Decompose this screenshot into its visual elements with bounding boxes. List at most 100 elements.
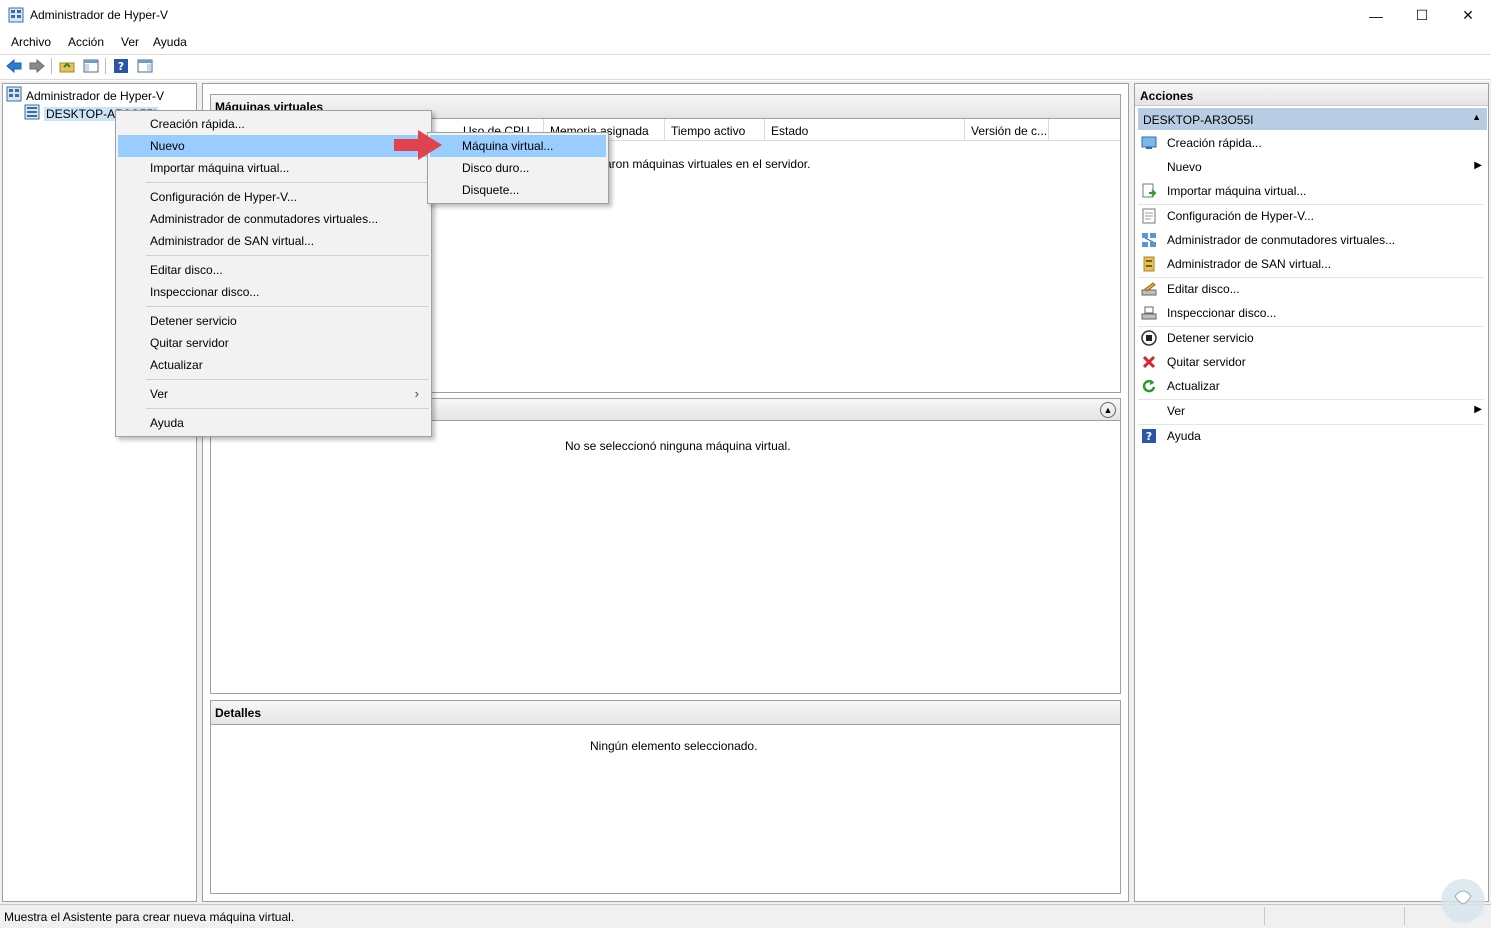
- ctx-edit-disk[interactable]: Editar disco...: [118, 259, 429, 281]
- action-view[interactable]: Ver ▶: [1138, 399, 1484, 423]
- action-virtual-switch-manager[interactable]: Administrador de conmutadores virtuales.…: [1138, 228, 1484, 252]
- svg-text:?: ?: [118, 60, 124, 73]
- ctx-inspect-disk[interactable]: Inspeccionar disco...: [118, 281, 429, 303]
- ctx-switch-manager[interactable]: Administrador de conmutadores virtuales.…: [118, 208, 429, 230]
- details-header: Detalles: [211, 701, 1120, 725]
- status-divider: [1264, 907, 1265, 925]
- tree-item-root[interactable]: Administrador de Hyper-V: [6, 86, 164, 105]
- settings-page-icon: [1140, 207, 1158, 225]
- action-label: Ver: [1167, 404, 1186, 418]
- blank-icon: [1140, 158, 1158, 176]
- toolbar-separator: [51, 58, 52, 74]
- status-text: Muestra el Asistente para crear nueva má…: [4, 910, 295, 924]
- chevron-right-icon: ›: [414, 386, 419, 401]
- action-label: Administrador de conmutadores virtuales.…: [1167, 233, 1396, 247]
- title-bar: [0, 0, 1491, 31]
- remove-x-icon: [1140, 353, 1158, 371]
- ctx-refresh[interactable]: Actualizar: [118, 354, 429, 376]
- help-icon[interactable]: ?: [112, 57, 130, 75]
- ctx-quick-create[interactable]: Creación rápida...: [118, 113, 429, 135]
- close-button[interactable]: ✕: [1445, 0, 1491, 31]
- column-version[interactable]: Versión de c...: [965, 119, 1049, 141]
- submenu-arrow-icon: ▶: [1474, 160, 1482, 171]
- toolbar-separator: [105, 58, 106, 74]
- menu-ver[interactable]: Ver: [121, 35, 139, 49]
- action-label: Editar disco...: [1167, 282, 1240, 296]
- action-remove-server[interactable]: Quitar servidor: [1138, 350, 1484, 374]
- collapse-icon[interactable]: ▲: [1100, 402, 1116, 418]
- forward-arrow-icon[interactable]: [28, 57, 46, 75]
- action-label: Configuración de Hyper-V...: [1167, 209, 1314, 223]
- action-quick-create[interactable]: Creación rápida...: [1138, 131, 1484, 155]
- action-inspect-disk[interactable]: Inspeccionar disco...: [1138, 301, 1484, 325]
- help-icon: ?: [1140, 427, 1158, 445]
- ctx-new-label: Nuevo: [150, 139, 185, 153]
- submenu-hard-disk[interactable]: Disco duro...: [430, 157, 606, 179]
- ctx-new[interactable]: Nuevo ›: [118, 135, 429, 157]
- menu-ayuda[interactable]: Ayuda: [153, 35, 187, 49]
- action-label: Inspeccionar disco...: [1167, 306, 1277, 320]
- actions-server-label: DESKTOP-AR3O55I: [1143, 113, 1254, 127]
- import-vm-icon: [1140, 182, 1158, 200]
- minimize-button[interactable]: —: [1353, 0, 1399, 31]
- ctx-stop-service[interactable]: Detener servicio: [118, 310, 429, 332]
- action-stop-service[interactable]: Detener servicio: [1138, 326, 1484, 350]
- menu-archivo[interactable]: Archivo: [11, 35, 51, 49]
- action-san-manager[interactable]: Administrador de SAN virtual...: [1138, 252, 1484, 276]
- up-folder-icon[interactable]: [58, 57, 76, 75]
- column-status[interactable]: Estado: [765, 119, 965, 141]
- action-refresh[interactable]: Actualizar: [1138, 374, 1484, 398]
- ctx-view[interactable]: Ver ›: [118, 383, 429, 405]
- menu-bar: [0, 31, 1491, 53]
- column-uptime[interactable]: Tiempo activo: [665, 119, 765, 141]
- action-hyperv-settings[interactable]: Configuración de Hyper-V...: [1138, 204, 1484, 228]
- action-label: Quitar servidor: [1167, 355, 1246, 369]
- hyper-v-app-icon: [8, 7, 24, 23]
- submenu-virtual-machine[interactable]: Máquina virtual...: [430, 135, 606, 157]
- details-empty-message: Ningún elemento seleccionado.: [590, 739, 758, 753]
- action-label: Detener servicio: [1167, 331, 1254, 345]
- ctx-remove-server[interactable]: Quitar servidor: [118, 332, 429, 354]
- network-switch-icon: [1140, 231, 1158, 249]
- ctx-import-vm[interactable]: Importar máquina virtual...: [118, 157, 429, 179]
- maximize-button[interactable]: ☐: [1399, 0, 1445, 31]
- collapse-up-icon: ▲: [1472, 112, 1481, 122]
- blank-icon: [1140, 402, 1158, 420]
- checkpoints-empty-message: No se seleccionó ninguna máquina virtual…: [565, 439, 791, 453]
- toolbar: [0, 54, 1491, 80]
- action-help[interactable]: ? Ayuda: [1138, 424, 1484, 448]
- edit-disk-icon: [1140, 280, 1158, 298]
- inspect-disk-icon: [1140, 304, 1158, 322]
- quick-create-icon: [1140, 134, 1158, 152]
- submenu-floppy-disk[interactable]: Disquete...: [430, 179, 606, 201]
- menu-accion[interactable]: Acción: [68, 35, 104, 49]
- submenu-arrow-icon: ▶: [1474, 404, 1482, 415]
- vm-empty-message: aron máquinas virtuales en el servidor.: [605, 157, 811, 171]
- status-divider: [1404, 907, 1405, 925]
- red-pointer-arrow-icon: [392, 128, 444, 165]
- action-label: Creación rápida...: [1167, 136, 1262, 150]
- action-edit-disk[interactable]: Editar disco...: [1138, 277, 1484, 301]
- actions-title: Acciones: [1135, 84, 1488, 106]
- show-hide-action-pane-icon[interactable]: [136, 57, 154, 75]
- action-label: Importar máquina virtual...: [1167, 184, 1307, 198]
- show-hide-tree-icon[interactable]: [82, 57, 100, 75]
- action-new[interactable]: Nuevo ▶: [1138, 155, 1484, 179]
- context-menu: Creación rápida... Nuevo › Importar máqu…: [115, 110, 432, 437]
- action-label: Administrador de SAN virtual...: [1167, 257, 1332, 271]
- separator: [146, 255, 429, 256]
- ctx-view-label: Ver: [150, 387, 169, 401]
- action-label: Ayuda: [1167, 429, 1201, 443]
- separator: [146, 379, 429, 380]
- action-label: Actualizar: [1167, 379, 1220, 393]
- server-icon: [24, 104, 40, 123]
- back-arrow-icon[interactable]: [5, 57, 23, 75]
- ctx-hyperv-settings[interactable]: Configuración de Hyper-V...: [118, 186, 429, 208]
- window-title: Administrador de Hyper-V: [30, 8, 169, 22]
- action-label: Nuevo: [1167, 160, 1202, 174]
- actions-server-header[interactable]: DESKTOP-AR3O55I ▲: [1138, 108, 1487, 130]
- ctx-help[interactable]: Ayuda: [118, 412, 429, 434]
- checkpoints-panel: ▲ No se seleccionó ninguna máquina virtu…: [210, 398, 1121, 694]
- ctx-san-manager[interactable]: Administrador de SAN virtual...: [118, 230, 429, 252]
- action-import-vm[interactable]: Importar máquina virtual...: [1138, 179, 1484, 203]
